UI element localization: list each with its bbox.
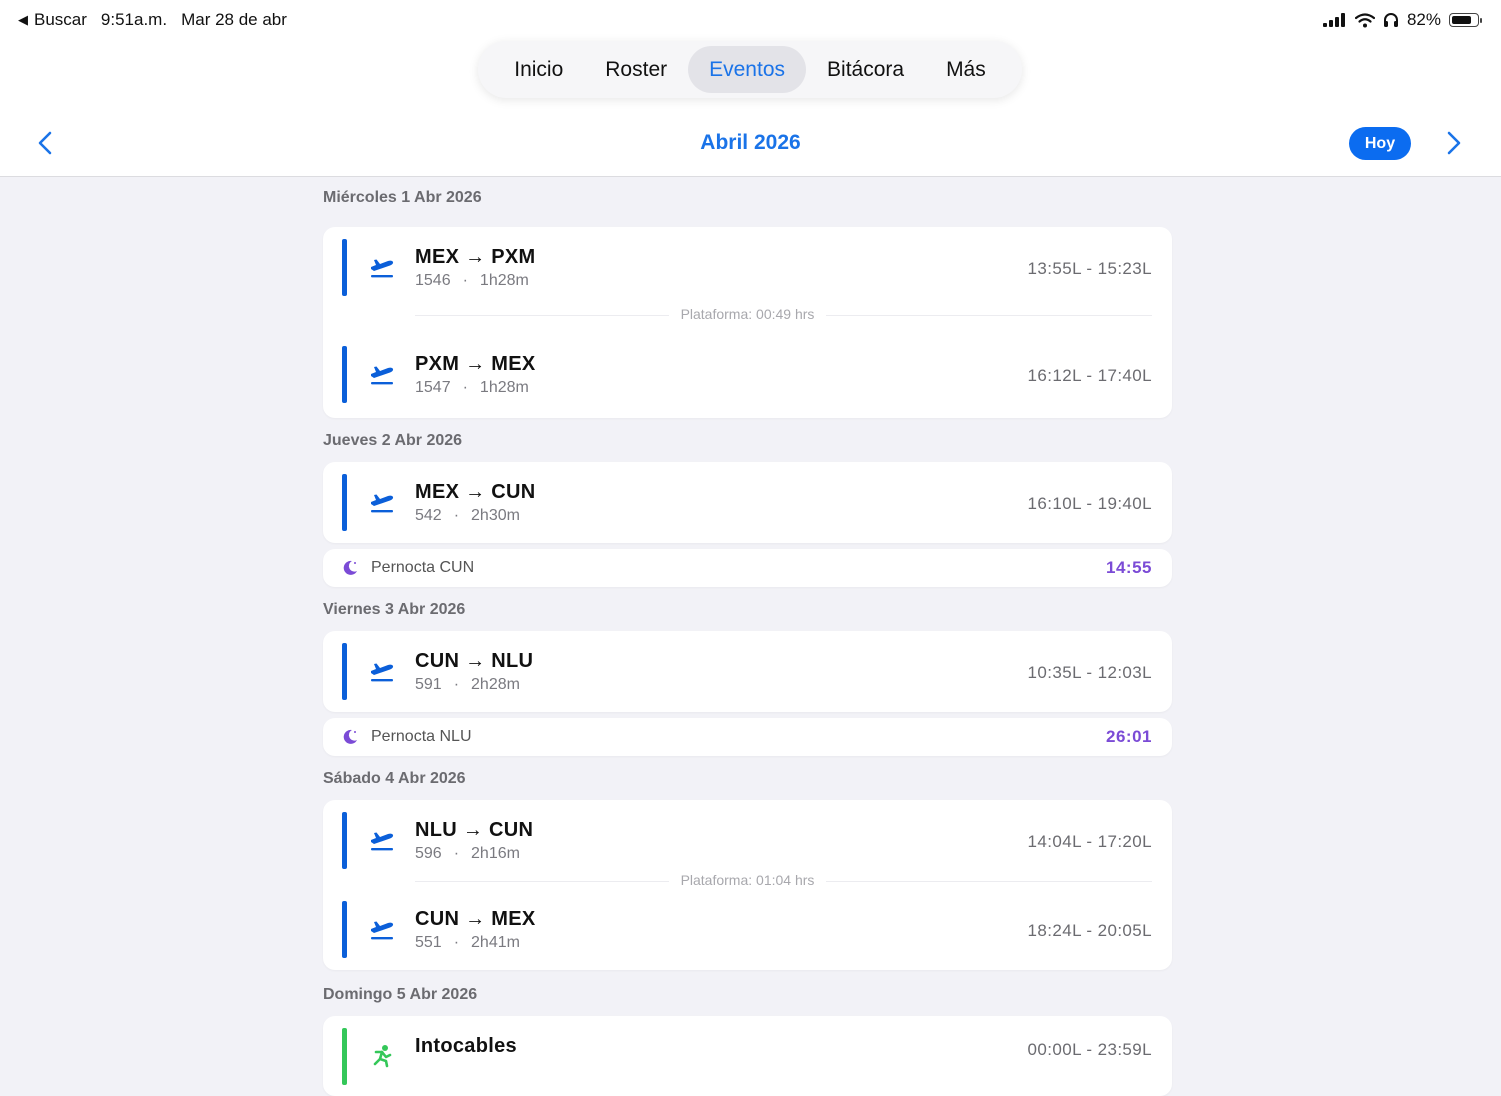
event-bar: [342, 1028, 347, 1085]
flight-subtitle: 591 · 2h28m: [415, 676, 520, 693]
flight-bar: [342, 643, 347, 700]
day-header: Sábado 4 Abr 2026: [323, 770, 466, 787]
moon-icon: [343, 729, 357, 744]
flight-number: 596: [415, 845, 442, 862]
day-card: Intocables 00:00L - 23:59L: [323, 1016, 1172, 1096]
day-header: Viernes 3 Abr 2026: [323, 601, 466, 618]
flight-times: 16:10L - 19:40L: [1027, 494, 1152, 513]
flight-subtitle: 1546 · 1h28m: [415, 272, 529, 289]
status-date: Mar 28 de abr: [181, 10, 287, 29]
flight-subtitle: 542 · 2h30m: [415, 507, 520, 524]
tab-bar: Inicio Roster Eventos Bitácora Más: [478, 41, 1022, 98]
flight-times: 18:24L - 20:05L: [1027, 921, 1152, 940]
flight-bar: [342, 239, 347, 296]
day-header: Miércoles 1 Abr 2026: [323, 189, 482, 206]
flight-route: CUN → NLU: [415, 650, 534, 672]
flight-times: 16:12L - 17:40L: [1027, 366, 1152, 385]
flight-times: 14:04L - 17:20L: [1027, 832, 1152, 851]
flight-number: 591: [415, 676, 442, 693]
flight-bar: [342, 812, 347, 869]
day-header: Jueves 2 Abr 2026: [323, 432, 463, 449]
flight-number: 1546: [415, 272, 451, 289]
month-title: Abril 2026: [700, 131, 801, 154]
flight-row[interactable]: CUN → MEX 551 · 2h41m 18:24L - 20:05L: [323, 889, 1172, 959]
today-button[interactable]: Hoy: [1349, 127, 1411, 160]
status-bar: ◀ Buscar 9:51a.m. Mar 28 de abr 82%: [0, 0, 1501, 42]
back-to-app-link[interactable]: ◀ Buscar: [18, 10, 87, 30]
person-off-icon: [373, 1045, 392, 1068]
flight-bar: [342, 346, 347, 403]
flight-number: 542: [415, 507, 442, 524]
plane-departure-icon: [371, 832, 394, 851]
day-card: NLU → CUN 596 · 2h16m 14:04L - 17:20L Plat…: [323, 800, 1172, 970]
flight-times: 13:55L - 15:23L: [1027, 259, 1152, 278]
overnight-row[interactable]: Pernocta CUN 14:55: [323, 549, 1172, 587]
flight-number: 1547: [415, 379, 451, 396]
chevron-right-icon[interactable]: [1441, 130, 1465, 156]
flight-number: 551: [415, 934, 442, 951]
day-card: MEX → PXM 1546 · 1h28m 13:55L - 15:23L Pla…: [323, 227, 1172, 418]
event-title: Intocables: [415, 1035, 517, 1057]
flight-row[interactable]: MEX → CUN 542 · 2h30m 16:10L - 19:40L: [323, 462, 1172, 532]
cellular-signal-icon: [1322, 13, 1345, 27]
flight-subtitle: 1547 · 1h28m: [415, 379, 529, 396]
tab-inicio[interactable]: Inicio: [493, 46, 584, 93]
flight-route: NLU → CUN: [415, 819, 534, 841]
month-navigation: Abril 2026 Hoy: [0, 118, 1501, 168]
flight-row[interactable]: PXM → MEX 1547 · 1h28m 16:12L - 17:40L: [323, 334, 1172, 404]
overnight-value: 14:55: [1106, 558, 1152, 577]
flight-duration: 2h41m: [471, 934, 520, 951]
overnight-row[interactable]: Pernocta NLU 26:01: [323, 718, 1172, 756]
tab-bitacora[interactable]: Bitácora: [806, 46, 925, 93]
plane-departure-icon: [371, 921, 394, 940]
overnight-label: Pernocta NLU: [371, 728, 472, 745]
events-list: Miércoles 1 Abr 2026 MEX → PXM 1546 · 1h28…: [323, 176, 1172, 1096]
back-label: Buscar: [34, 10, 87, 29]
plane-departure-icon: [371, 663, 394, 682]
flight-row[interactable]: CUN → NLU 591 · 2h28m 10:35L - 12:03L: [323, 631, 1172, 701]
moon-icon: [343, 560, 357, 575]
flight-times: 10:35L - 12:03L: [1027, 663, 1152, 682]
platform-label: Plataforma: 00:49 hrs: [668, 306, 827, 322]
flight-subtitle: 551 · 2h41m: [415, 934, 520, 951]
flight-row[interactable]: NLU → CUN 596 · 2h16m 14:04L - 17:20L: [323, 800, 1172, 870]
overnight-label: Pernocta CUN: [371, 559, 475, 576]
battery-percent: 82%: [1406, 10, 1441, 29]
day-header: Domingo 5 Abr 2026: [323, 986, 478, 1003]
platform-label: Plataforma: 01:04 hrs: [668, 872, 827, 888]
top-bar: ◀ Buscar 9:51a.m. Mar 28 de abr 82% Inic…: [0, 0, 1501, 177]
flight-duration: 2h28m: [471, 676, 520, 693]
overnight-value: 26:01: [1106, 727, 1152, 746]
flight-duration: 2h16m: [471, 845, 520, 862]
tab-mas[interactable]: Más: [925, 46, 1007, 93]
flight-duration: 1h28m: [479, 379, 529, 396]
day-card: MEX → CUN 542 · 2h30m 16:10L - 19:40L: [323, 462, 1172, 543]
tab-eventos[interactable]: Eventos: [688, 46, 807, 93]
platform-separator: Plataforma: 01:04 hrs: [323, 870, 1172, 889]
headphones-icon: [1383, 13, 1398, 27]
back-arrow-icon: ◀: [18, 12, 28, 27]
flight-bar: [342, 474, 347, 531]
status-time: 9:51a.m.: [100, 10, 168, 29]
event-times: 00:00L - 23:59L: [1027, 1040, 1152, 1059]
flight-route: MEX → PXM: [415, 246, 536, 268]
wifi-icon: [1354, 12, 1375, 27]
day-card: CUN → NLU 591 · 2h28m 10:35L - 12:03L: [323, 631, 1172, 712]
flight-route: CUN → MEX: [415, 908, 536, 930]
battery-icon: [1449, 13, 1482, 27]
flight-route: MEX → CUN: [415, 481, 536, 503]
plane-departure-icon: [371, 494, 394, 513]
flight-duration: 1h28m: [479, 272, 529, 289]
flight-row[interactable]: MEX → PXM 1546 · 1h28m 13:55L - 15:23L: [323, 227, 1172, 297]
platform-separator: Plataforma: 00:49 hrs: [323, 297, 1172, 334]
plane-departure-icon: [371, 366, 394, 385]
flight-duration: 2h30m: [471, 507, 520, 524]
tab-roster[interactable]: Roster: [584, 46, 688, 93]
flight-bar: [342, 901, 347, 958]
plane-departure-icon: [371, 259, 394, 278]
event-row[interactable]: Intocables 00:00L - 23:59L: [323, 1016, 1172, 1086]
flight-route: PXM → MEX: [415, 353, 536, 375]
flight-subtitle: 596 · 2h16m: [415, 845, 520, 862]
